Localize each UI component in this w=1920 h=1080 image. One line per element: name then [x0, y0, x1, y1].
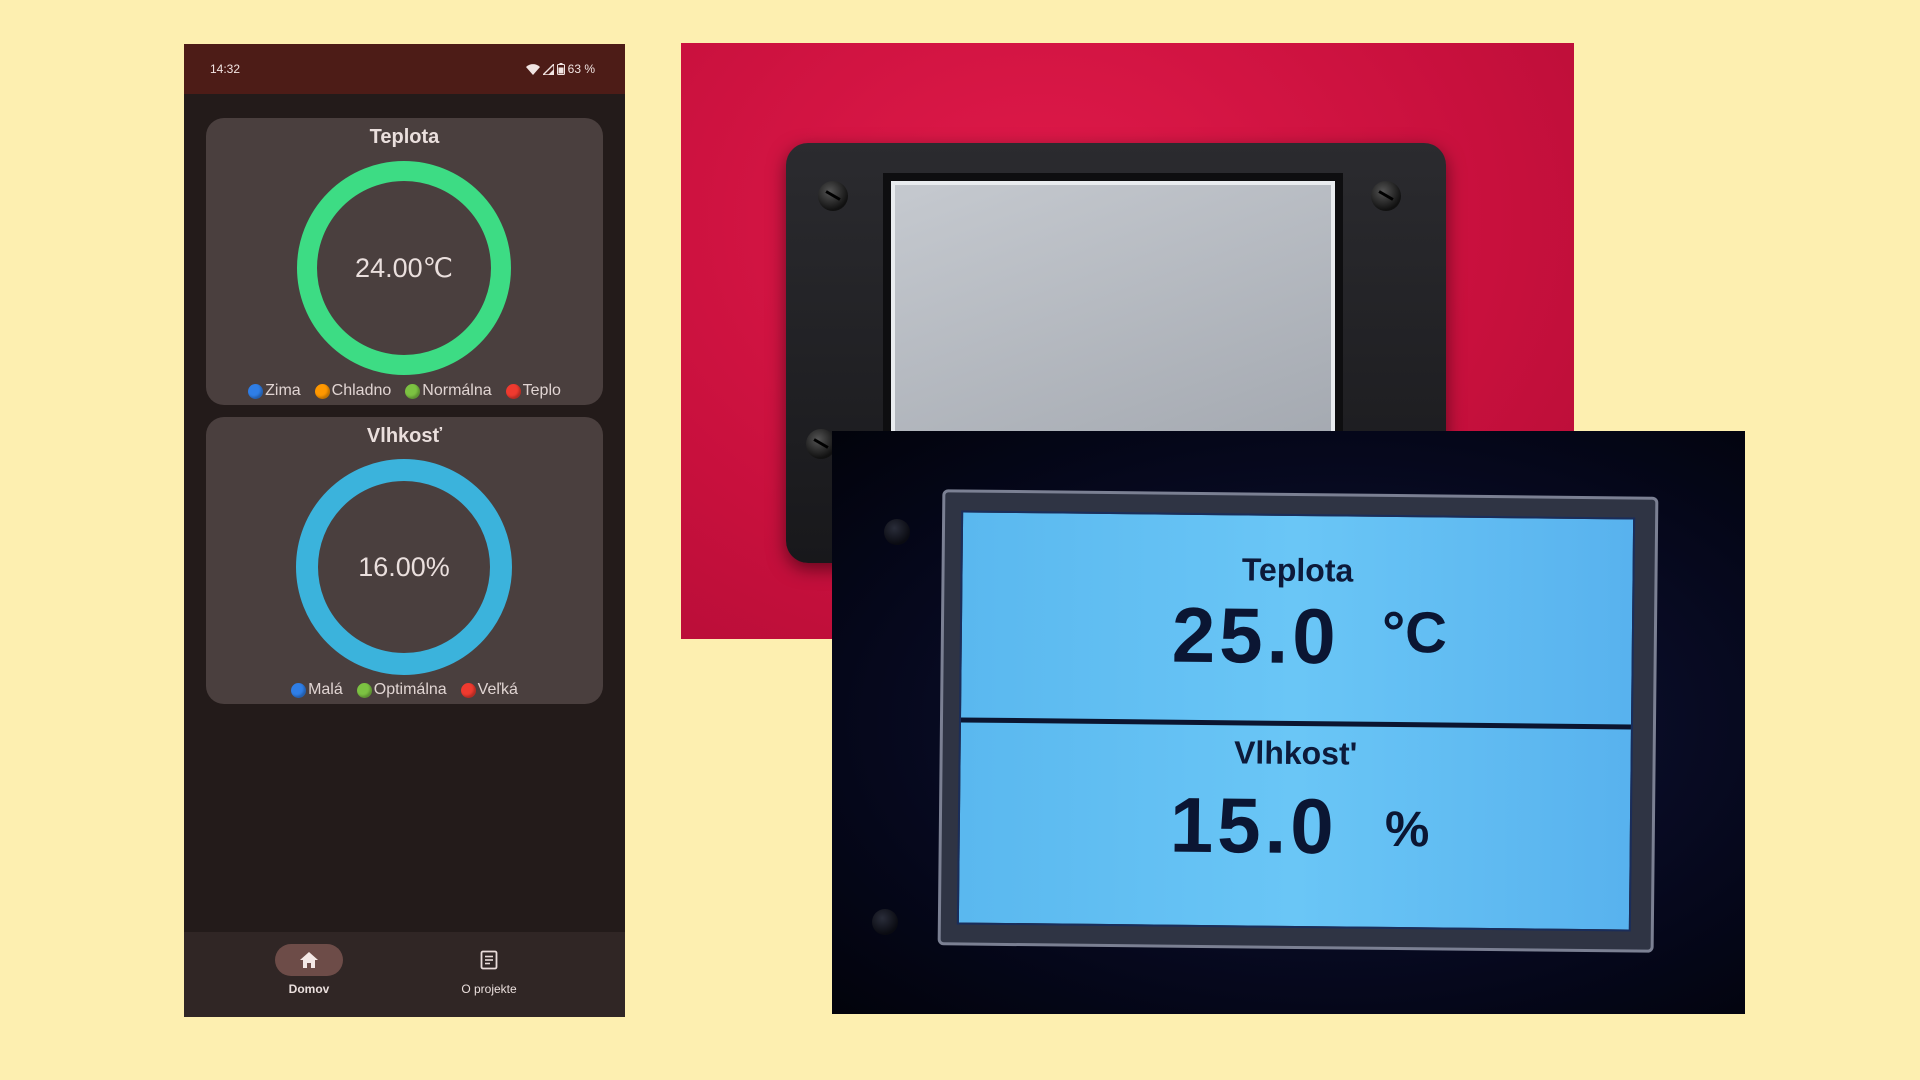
temperature-title: Teplota	[369, 126, 440, 148]
screw-icon	[1371, 181, 1401, 211]
nav-home-indicator	[275, 944, 343, 976]
signal-icon	[542, 63, 554, 75]
nav-home-label: Domov	[288, 982, 330, 996]
legend-item-velka: Veľká	[460, 681, 518, 699]
device-photo-on: Teplota 25.0 °C Vlhkost' 15.0 %	[832, 431, 1745, 1014]
lcd-humidity-value: 15.0	[1169, 780, 1339, 871]
nav-item-home[interactable]: Domov	[244, 944, 374, 996]
nav-about-label: O projekte	[461, 982, 517, 996]
home-icon	[300, 952, 318, 968]
status-time: 14:32	[210, 62, 241, 76]
red-circle-icon	[460, 682, 476, 698]
screw-icon	[818, 181, 848, 211]
legend-item-optimalna: Optimálna	[356, 681, 447, 699]
nav-about-indicator	[455, 944, 523, 976]
orange-circle-icon	[314, 383, 330, 399]
battery-percent: 63 %	[567, 62, 595, 76]
screw-icon	[872, 909, 898, 935]
phone-screenshot: 14:32 63 % Teplota 24.00℃ Zima Chladno N…	[184, 44, 625, 1017]
blue-circle-icon	[291, 682, 307, 698]
humidity-value: 16.00%	[358, 551, 450, 582]
humidity-legend: Malá Optimálna Veľká	[206, 681, 603, 699]
legend-label: Veľká	[477, 681, 518, 698]
temperature-legend: Zima Chladno Normálna Teplo	[206, 382, 603, 400]
status-icons: 63 %	[525, 62, 595, 76]
green-circle-icon	[405, 383, 421, 399]
red-circle-icon	[505, 383, 521, 399]
legend-label: Normálna	[422, 382, 492, 399]
lcd-frame: Teplota 25.0 °C Vlhkost' 15.0 %	[937, 489, 1659, 953]
legend-label: Chladno	[331, 382, 392, 399]
lcd-temperature-section: Teplota 25.0 °C	[960, 512, 1634, 730]
screw-icon	[884, 519, 910, 545]
legend-item-teplo: Teplo	[505, 382, 561, 400]
legend-item-normalna: Normálna	[405, 382, 492, 400]
temperature-value: 24.00℃	[355, 252, 453, 283]
bottom-navigation: Domov O projekte	[184, 932, 625, 1017]
humidity-card: Vlhkosť 16.00% Malá Optimálna Veľká	[206, 417, 603, 704]
nav-item-about[interactable]: O projekte	[424, 944, 554, 996]
lcd-humidity-unit: %	[1384, 800, 1430, 858]
lcd-temperature-value: 25.0	[1171, 590, 1341, 681]
lcd-display: Teplota 25.0 °C Vlhkost' 15.0 %	[956, 510, 1636, 932]
wifi-icon	[525, 63, 540, 75]
legend-label: Teplo	[522, 382, 561, 399]
legend-item-zima: Zima	[248, 382, 301, 400]
green-circle-icon	[356, 682, 372, 698]
temperature-card: Teplota 24.00℃ Zima Chladno Normálna Tep…	[206, 118, 603, 405]
lcd-humidity-label: Vlhkost'	[1233, 734, 1358, 772]
status-bar: 14:32 63 %	[184, 44, 625, 94]
humidity-title: Vlhkosť	[366, 425, 443, 447]
legend-label: Malá	[308, 681, 343, 698]
lcd-temperature-label: Teplota	[1241, 551, 1354, 589]
blue-circle-icon	[248, 383, 264, 399]
legend-item-chladno: Chladno	[314, 382, 392, 400]
lcd-temperature-unit: °C	[1381, 599, 1448, 666]
battery-icon	[556, 63, 565, 75]
legend-label: Optimálna	[373, 681, 447, 698]
legend-label: Zima	[265, 382, 301, 399]
legend-item-mala: Malá	[291, 681, 343, 699]
lcd-humidity-section: Vlhkost' 15.0 %	[959, 717, 1631, 929]
article-icon	[480, 950, 498, 970]
